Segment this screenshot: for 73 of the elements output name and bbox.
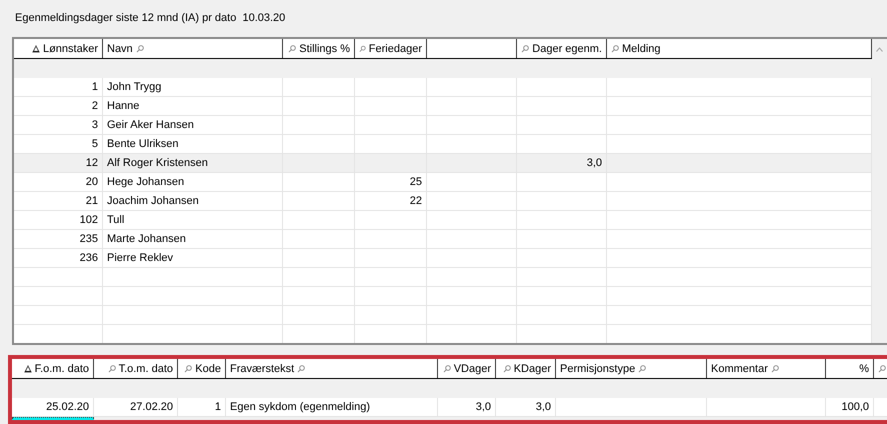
table-cell: Joachim Johansen [107,195,199,207]
table-cell: Pierre Reklev [107,252,174,264]
column-title: Kode [195,362,221,374]
table-cell: Alf Roger Kristensen [107,157,208,169]
table-cell: 3,0 [586,157,602,169]
column-title: Kommentar [711,362,768,374]
search-icon[interactable] [878,364,886,372]
table-cell: Egen sykdom (egenmelding) [230,401,370,413]
table-cell: 3 [92,119,98,131]
column-title: % [859,362,869,374]
report-title: Egenmeldingsdager siste 12 mnd (IA) pr dato 10.03.20 [15,11,286,25]
table-cell: 22 [410,195,422,207]
table-row[interactable]: 20 Hege Johansen 25 [14,173,872,192]
search-icon[interactable] [521,44,530,52]
sort-icon[interactable] [24,364,32,372]
column-title: Stillings % [299,42,350,54]
search-icon[interactable] [442,364,451,372]
table-cell: 3,0 [536,401,551,413]
table-cell: 20 [86,176,98,188]
table-cell: 102 [80,214,98,226]
column-title: KDager [514,362,551,374]
table-row[interactable]: 236 Pierre Reklev [14,249,872,268]
table-row[interactable]: 21 Joachim Johansen 22 [14,192,872,211]
scroll-up-icon[interactable] [876,47,883,52]
search-icon[interactable] [770,364,779,372]
column-title: Lønnstaker [42,42,98,54]
table-cell: Hanne [107,100,140,112]
table-cell: John Trygg [107,81,162,93]
table-cell: 21 [86,195,98,207]
table-cell: Hege Johansen [107,176,184,188]
table-row[interactable]: 2 Hanne [14,97,872,116]
column-title: Melding [622,42,661,54]
table-row[interactable]: 12 Alf Roger Kristensen 3,0 [14,154,872,173]
search-icon[interactable] [108,364,116,372]
table-row[interactable]: 102 Tull [14,211,872,230]
table-cell: 235 [80,233,98,245]
search-icon[interactable] [359,44,366,52]
search-icon[interactable] [502,364,511,372]
table-cell: 5 [92,138,98,150]
table-cell: 12 [86,157,98,169]
search-icon[interactable] [288,44,296,52]
table-cell: Tull [107,214,124,226]
search-icon[interactable] [184,364,192,372]
column-title: Permisjonstype [560,362,636,374]
column-title: Fraværstekst [230,362,294,374]
column-title: F.o.m. dato [34,362,89,374]
table-row[interactable]: 5 Bente Ulriksen [14,135,872,154]
table-cell: 1 [214,401,221,413]
table-cell: 27.02.20 [130,401,173,413]
search-icon[interactable] [638,364,646,372]
table-cell: 1 [92,81,98,93]
column-title: VDager [454,362,491,374]
column-title: Feriedager [368,42,422,54]
table-cell: Marte Johansen [107,233,186,245]
column-title: Navn [107,42,133,54]
column-title: Dager egenm. [532,42,602,54]
table-row[interactable]: 1 John Trygg [14,78,872,97]
table-row[interactable]: 25.02.20 27.02.20 1 Egen sykdom (egenmelding) 3,0 3,0 100,0 [12,398,887,417]
table-row[interactable]: 3 Geir Aker Hansen [14,116,872,135]
table-cell: 2 [92,100,98,112]
table-row[interactable]: 235 Marte Johansen [14,230,872,249]
search-icon[interactable] [297,364,306,372]
table-cell: Geir Aker Hansen [107,119,194,131]
table-cell: 3,0 [476,401,491,413]
search-icon[interactable] [136,44,144,52]
table-cell: 236 [80,252,98,264]
table-cell: 100,0 [841,401,869,413]
table-cell: Bente Ulriksen [107,138,179,150]
sort-icon[interactable] [32,44,40,52]
search-icon[interactable] [611,44,619,52]
column-title: T.o.m. dato [118,362,173,374]
table-cell: 25.02.20 [46,401,89,413]
table-cell: 25 [410,176,422,188]
